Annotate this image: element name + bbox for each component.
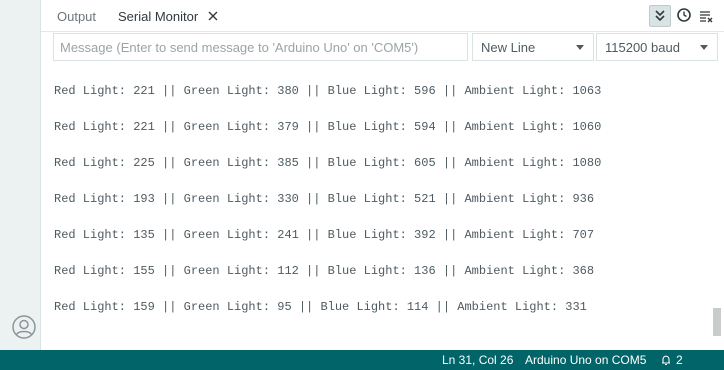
- output-line: Red Light: 225 || Green Light: 385 || Bl…: [54, 156, 602, 170]
- chevron-down-icon: [576, 45, 584, 50]
- clock-icon: [677, 8, 691, 22]
- status-bar: Ln 31, Col 26 Arduino Uno on COM5 2: [0, 350, 724, 370]
- serial-controls: New Line 115200 baud: [41, 32, 724, 64]
- account-icon[interactable]: [12, 315, 36, 339]
- timestamp-toggle-button[interactable]: [673, 5, 695, 27]
- left-sidebar-rail: [0, 0, 41, 350]
- serial-monitor-panel: Output Serial Monitor New Line: [41, 0, 724, 350]
- output-scrollbar[interactable]: [709, 64, 724, 350]
- output-line: Red Light: 135 || Green Light: 241 || Bl…: [54, 228, 595, 242]
- tab-output[interactable]: Output: [57, 0, 96, 32]
- baud-rate-value: 115200 baud: [605, 40, 680, 55]
- panel-tab-bar: Output Serial Monitor: [41, 0, 724, 32]
- clear-output-icon: [700, 11, 713, 23]
- output-line: Red Light: 221 || Green Light: 380 || Bl…: [54, 84, 602, 98]
- scrollbar-thumb[interactable]: [713, 308, 721, 336]
- close-icon[interactable]: [208, 11, 218, 21]
- message-input[interactable]: [53, 33, 468, 61]
- baud-rate-select[interactable]: 115200 baud: [596, 33, 718, 61]
- chevron-down-icon: [700, 45, 708, 50]
- clear-output-button[interactable]: [695, 5, 717, 27]
- output-line: Red Light: 193 || Green Light: 330 || Bl…: [54, 192, 595, 206]
- notification-count[interactable]: 2: [676, 350, 683, 370]
- notification-bell-icon[interactable]: [660, 354, 672, 366]
- tab-serial-monitor[interactable]: Serial Monitor: [118, 0, 198, 32]
- line-ending-value: New Line: [481, 40, 536, 55]
- line-ending-select[interactable]: New Line: [472, 33, 594, 61]
- output-line: Red Light: 221 || Green Light: 379 || Bl…: [54, 120, 602, 134]
- autoscroll-toggle-button[interactable]: [649, 5, 671, 27]
- serial-output: Red Light: 221 || Green Light: 380 || Bl…: [41, 64, 709, 350]
- output-line: Red Light: 159 || Green Light: 95 || Blu…: [54, 300, 587, 314]
- board-port-status[interactable]: Arduino Uno on COM5: [525, 350, 646, 370]
- cursor-position[interactable]: Ln 31, Col 26: [442, 350, 513, 370]
- double-chevron-down-icon: [655, 10, 665, 22]
- output-line: Red Light: 155 || Green Light: 112 || Bl…: [54, 264, 595, 278]
